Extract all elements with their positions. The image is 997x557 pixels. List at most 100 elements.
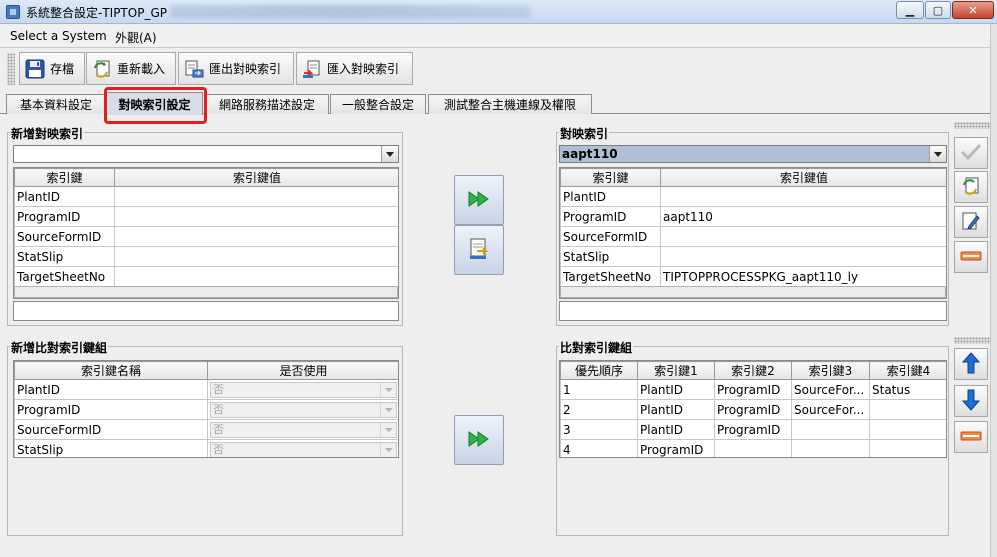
value-cell[interactable]	[660, 186, 946, 207]
tab-test-connection[interactable]: 測試整合主機連線及權限	[428, 94, 592, 114]
edit-index-button[interactable]	[954, 206, 988, 238]
key-cell[interactable]: ProgramID	[14, 206, 115, 227]
priority-cell[interactable]: 3	[560, 419, 638, 440]
key-name-cell[interactable]: SourceFormID	[14, 419, 208, 440]
key-cell[interactable]: StatSlip	[560, 246, 661, 267]
key-cell[interactable]: StatSlip	[14, 246, 115, 267]
key-cell[interactable]: ProgramID	[714, 399, 792, 420]
key-cell[interactable]: SourceFor...	[791, 399, 870, 420]
horizontal-scrollbar[interactable]	[560, 286, 946, 298]
column-header-key-3[interactable]: 索引鍵3	[791, 361, 870, 380]
chevron-down-icon[interactable]	[380, 382, 396, 397]
key-cell[interactable]: TargetSheetNo	[560, 266, 661, 287]
priority-cell[interactable]: 2	[560, 399, 638, 420]
add-compare-set-button[interactable]	[454, 415, 504, 465]
save-button[interactable]: 存檔	[19, 52, 85, 85]
reload-index-button[interactable]	[954, 171, 988, 203]
key-name-cell[interactable]: PlantID	[14, 379, 208, 400]
table-row[interactable]: ProgramID 否	[14, 399, 398, 420]
chevron-down-icon[interactable]	[381, 146, 398, 162]
horizontal-scrollbar[interactable]	[14, 286, 398, 298]
value-cell[interactable]	[114, 186, 398, 207]
index-detail-button[interactable]	[454, 225, 504, 275]
table-row[interactable]: 1 PlantID ProgramID SourceFor... Status	[560, 379, 946, 400]
close-button[interactable]: ✕	[952, 1, 994, 19]
side-toolbar-grip[interactable]	[954, 337, 990, 344]
index-map-footer-field[interactable]	[559, 301, 947, 321]
value-cell[interactable]	[114, 246, 398, 267]
value-cell[interactable]	[660, 246, 946, 267]
column-header-in-use[interactable]: 是否使用	[207, 361, 398, 380]
chevron-down-icon[interactable]	[380, 402, 396, 417]
column-header-key[interactable]: 索引鍵	[560, 168, 661, 187]
column-header-key-4[interactable]: 索引鍵4	[869, 361, 946, 380]
in-use-select[interactable]: 否	[210, 381, 397, 398]
key-cell[interactable]	[791, 439, 870, 457]
key-cell[interactable]: SourceFormID	[14, 226, 115, 247]
table-row[interactable]: PlantID	[560, 186, 946, 207]
column-header-priority[interactable]: 優先順序	[560, 361, 638, 380]
index-map-combo[interactable]: aapt110	[559, 145, 947, 163]
new-index-combo[interactable]	[13, 145, 399, 163]
key-cell[interactable]: PlantID	[14, 186, 115, 207]
table-row[interactable]: TargetSheetNo TIPTOPPROCESSPKG_aapt110_ly	[560, 266, 946, 287]
key-cell[interactable]: ProgramID	[637, 439, 715, 457]
in-use-select[interactable]: 否	[210, 401, 397, 418]
table-row[interactable]: ProgramID	[14, 206, 398, 227]
table-row[interactable]: StatSlip	[560, 246, 946, 267]
tab-general-integration[interactable]: 一般整合設定	[330, 94, 426, 114]
key-cell[interactable]	[869, 399, 946, 420]
export-index-button[interactable]: 匯出對映索引	[178, 52, 294, 85]
value-cell[interactable]: TIPTOPPROCESSPKG_aapt110_ly	[660, 266, 946, 287]
chevron-down-icon[interactable]	[380, 442, 396, 457]
import-index-button[interactable]: 匯入對映索引	[296, 52, 413, 85]
move-down-button[interactable]	[954, 385, 988, 417]
move-up-button[interactable]	[954, 348, 988, 380]
table-row[interactable]: SourceFormID	[14, 226, 398, 247]
table-row[interactable]: ProgramID aapt110	[560, 206, 946, 227]
key-cell[interactable]: PlantID	[637, 399, 715, 420]
table-row[interactable]: StatSlip 否	[14, 439, 398, 457]
key-cell[interactable]: SourceFor...	[791, 379, 870, 400]
chevron-down-icon[interactable]	[929, 146, 946, 162]
key-cell[interactable]: PlantID	[637, 419, 715, 440]
delete-compare-set-button[interactable]	[954, 421, 988, 453]
value-cell[interactable]	[660, 226, 946, 247]
window-scrollbar[interactable]	[990, 24, 997, 557]
key-name-cell[interactable]: ProgramID	[14, 399, 208, 420]
table-row[interactable]: PlantID	[14, 186, 398, 207]
delete-index-button[interactable]	[954, 241, 988, 273]
key-cell[interactable]: TargetSheetNo	[14, 266, 115, 287]
in-use-select[interactable]: 否	[210, 441, 397, 457]
priority-cell[interactable]: 1	[560, 379, 638, 400]
add-index-button[interactable]	[454, 175, 504, 225]
key-cell[interactable]: ProgramID	[560, 206, 661, 227]
column-header-key-value[interactable]: 索引鍵值	[114, 168, 398, 187]
tab-web-service[interactable]: 網路服務描述設定	[205, 94, 329, 114]
table-row[interactable]: SourceFormID	[560, 226, 946, 247]
in-use-select[interactable]: 否	[210, 421, 397, 438]
column-header-key-value[interactable]: 索引鍵值	[660, 168, 946, 187]
minimize-button[interactable]: ▁	[896, 1, 924, 19]
key-cell[interactable]: PlantID	[637, 379, 715, 400]
tab-basic-data[interactable]: 基本資料設定	[6, 94, 106, 114]
key-cell[interactable]: Status	[869, 379, 946, 400]
priority-cell[interactable]: 4	[560, 439, 638, 457]
column-header-key-2[interactable]: 索引鍵2	[714, 361, 792, 380]
column-header-key-1[interactable]: 索引鍵1	[637, 361, 715, 380]
key-cell[interactable]: PlantID	[560, 186, 661, 207]
key-cell[interactable]	[869, 419, 946, 440]
key-cell[interactable]: ProgramID	[714, 419, 792, 440]
toolbar-grip[interactable]	[7, 53, 15, 85]
maximize-button[interactable]: ▢	[925, 1, 951, 19]
key-cell[interactable]	[714, 439, 792, 457]
key-cell[interactable]: ProgramID	[714, 379, 792, 400]
menu-appearance[interactable]: 外觀(A)	[115, 29, 157, 46]
value-cell[interactable]	[114, 206, 398, 227]
table-row[interactable]: PlantID 否	[14, 379, 398, 400]
value-cell[interactable]: aapt110	[660, 206, 946, 227]
value-cell[interactable]	[114, 226, 398, 247]
table-row[interactable]: 2 PlantID ProgramID SourceFor...	[560, 399, 946, 420]
table-row[interactable]: StatSlip	[14, 246, 398, 267]
key-name-cell[interactable]: StatSlip	[14, 439, 208, 457]
